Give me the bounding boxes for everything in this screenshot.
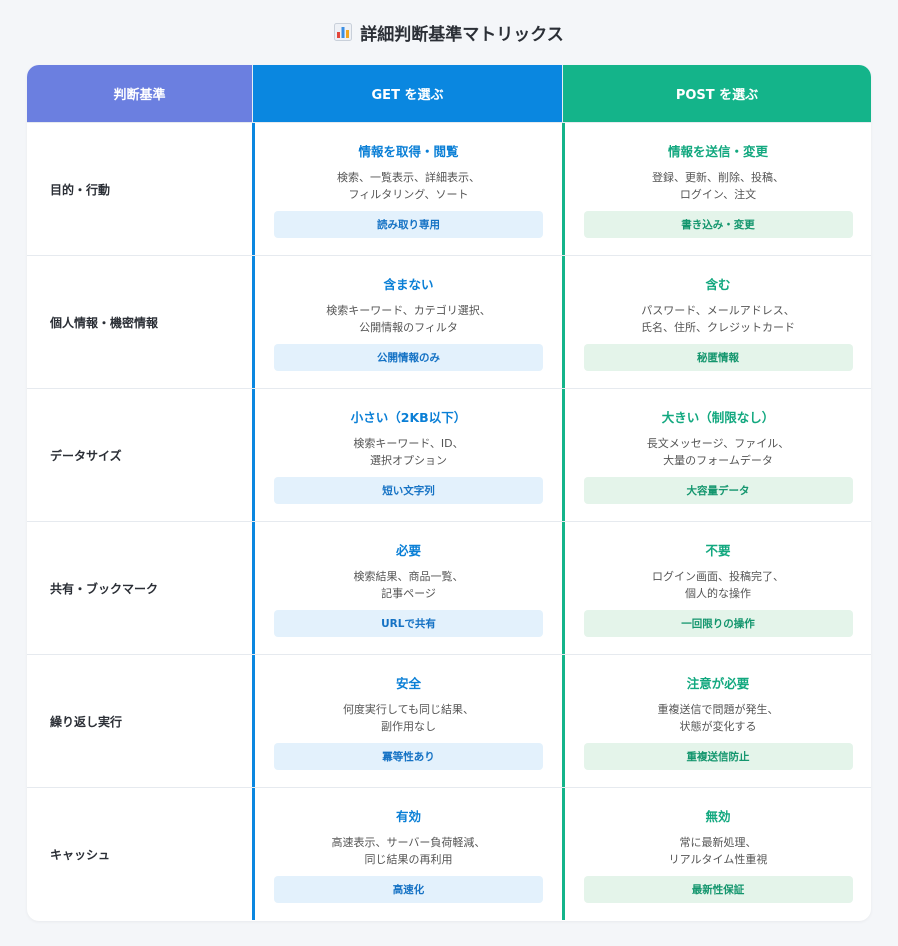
get-cell: 有効 高速表示、サーバー負荷軽減、 同じ結果の再利用 高速化 [252, 788, 562, 920]
get-cell-description: 高速表示、サーバー負荷軽減、 同じ結果の再利用 [331, 836, 486, 866]
get-cell: 含まない 検索キーワード、カテゴリ選択、 公開情報のフィルタ 公開情報のみ [252, 256, 562, 388]
matrix-row: キャッシュ 有効 高速表示、サーバー負荷軽減、 同じ結果の再利用 高速化 無効 常… [27, 787, 871, 920]
get-cell-title: 必要 [395, 543, 421, 558]
row-criterion: データサイズ [50, 448, 122, 463]
post-cell-description: パスワード、メールアドレス、 氏名、住所、クレジットカード [641, 304, 795, 334]
get-cell-title: 含まない [383, 277, 434, 292]
bar-chart-icon [334, 23, 353, 41]
get-cell: 安全 何度実行しても同じ結果、 副作用なし 冪等性あり [252, 655, 562, 787]
get-cell-description: 検索結果、商品一覧、 記事ページ [353, 570, 464, 600]
get-cell-description: 何度実行しても同じ結果、 副作用なし [342, 703, 475, 733]
row-criterion: 個人情報・機密情報 [50, 315, 159, 330]
post-cell-description: 重複送信で問題が発生、 状態が変化する [657, 703, 779, 733]
post-cell-tag: 一回限りの操作 [583, 610, 853, 637]
post-cell-description: 常に最新処理、 リアルタイム性重視 [668, 836, 768, 866]
post-cell-description: ログイン画面、投稿完了、 個人的な操作 [652, 570, 784, 600]
get-cell-tag: 短い文字列 [274, 477, 543, 504]
get-cell-description: 検索キーワード、カテゴリ選択、 公開情報のフィルタ [326, 304, 491, 334]
get-cell-description: 検索キーワード、ID、 選択オプション [353, 437, 464, 467]
get-cell: 必要 検索結果、商品一覧、 記事ページ URLで共有 [252, 522, 562, 654]
decision-matrix: 判断基準 GET を選ぶ POST を選ぶ 目的・行動 情報を取得・閲覧 検索、… [27, 65, 871, 921]
matrix-row: 共有・ブックマーク 必要 検索結果、商品一覧、 記事ページ URLで共有 不要 ロ… [27, 521, 871, 654]
post-cell-title: 注意が必要 [686, 676, 750, 691]
post-cell-title: 不要 [705, 543, 731, 558]
header-criteria: 判断基準 [27, 65, 252, 122]
matrix-row: データサイズ 小さい（2KB以下） 検索キーワード、ID、 選択オプション 短い文… [27, 388, 871, 521]
post-cell-title: 情報を送信・変更 [667, 144, 768, 159]
post-cell-tag: 大容量データ [583, 477, 853, 504]
post-cell-title: 含む [705, 277, 731, 292]
get-cell-title: 安全 [395, 676, 421, 691]
page-title: 詳細判断基準マトリックス [360, 24, 564, 45]
row-criterion: 共有・ブックマーク [50, 581, 159, 596]
post-cell-description: 長文メッセージ、ファイル、 大量のフォームデータ [646, 437, 790, 467]
row-criterion: 目的・行動 [50, 182, 111, 197]
get-cell-tag: URLで共有 [274, 610, 543, 637]
page-header: 詳細判断基準マトリックス [0, 18, 898, 46]
get-cell: 小さい（2KB以下） 検索キーワード、ID、 選択オプション 短い文字列 [252, 389, 562, 521]
header-post: POST を選ぶ [562, 65, 871, 122]
get-cell-title: 情報を取得・閲覧 [358, 144, 459, 159]
post-cell-tag: 秘匿情報 [583, 344, 853, 371]
get-cell-tag: 高速化 [274, 876, 543, 903]
get-cell-tag: 読み取り専用 [274, 211, 543, 238]
get-cell: 情報を取得・閲覧 検索、一覧表示、詳細表示、 フィルタリング、ソート 読み取り専用 [252, 123, 562, 255]
get-cell-title: 小さい（2KB以下） [350, 410, 467, 425]
post-cell-tag: 書き込み・変更 [583, 211, 853, 238]
post-cell: 含む パスワード、メールアドレス、 氏名、住所、クレジットカード 秘匿情報 [562, 256, 871, 388]
post-cell: 情報を送信・変更 登録、更新、削除、投稿、 ログイン、注文 書き込み・変更 [562, 123, 871, 255]
post-cell-description: 登録、更新、削除、投稿、 ログイン、注文 [652, 171, 784, 201]
post-cell-title: 大きい（制限なし） [661, 410, 775, 425]
matrix-header: 判断基準 GET を選ぶ POST を選ぶ [27, 65, 871, 122]
row-criterion: キャッシュ [50, 847, 111, 862]
post-cell-tag: 重複送信防止 [583, 743, 853, 770]
post-cell: 大きい（制限なし） 長文メッセージ、ファイル、 大量のフォームデータ 大容量データ [562, 389, 871, 521]
matrix-row: 目的・行動 情報を取得・閲覧 検索、一覧表示、詳細表示、 フィルタリング、ソート … [27, 122, 871, 255]
post-cell-title: 無効 [705, 809, 731, 824]
get-cell-description: 検索、一覧表示、詳細表示、 フィルタリング、ソート [337, 171, 480, 201]
get-cell-title: 有効 [395, 809, 421, 824]
post-cell: 注意が必要 重複送信で問題が発生、 状態が変化する 重複送信防止 [562, 655, 871, 787]
matrix-row: 個人情報・機密情報 含まない 検索キーワード、カテゴリ選択、 公開情報のフィルタ … [27, 255, 871, 388]
post-cell-tag: 最新性保証 [583, 876, 853, 903]
post-cell: 無効 常に最新処理、 リアルタイム性重視 最新性保証 [562, 788, 871, 920]
header-get: GET を選ぶ [252, 65, 562, 122]
matrix-row: 繰り返し実行 安全 何度実行しても同じ結果、 副作用なし 冪等性あり 注意が必要 … [27, 654, 871, 787]
row-criterion: 繰り返し実行 [50, 714, 123, 729]
get-cell-tag: 公開情報のみ [274, 344, 543, 371]
post-cell: 不要 ログイン画面、投稿完了、 個人的な操作 一回限りの操作 [562, 522, 871, 654]
get-cell-tag: 冪等性あり [274, 743, 543, 770]
